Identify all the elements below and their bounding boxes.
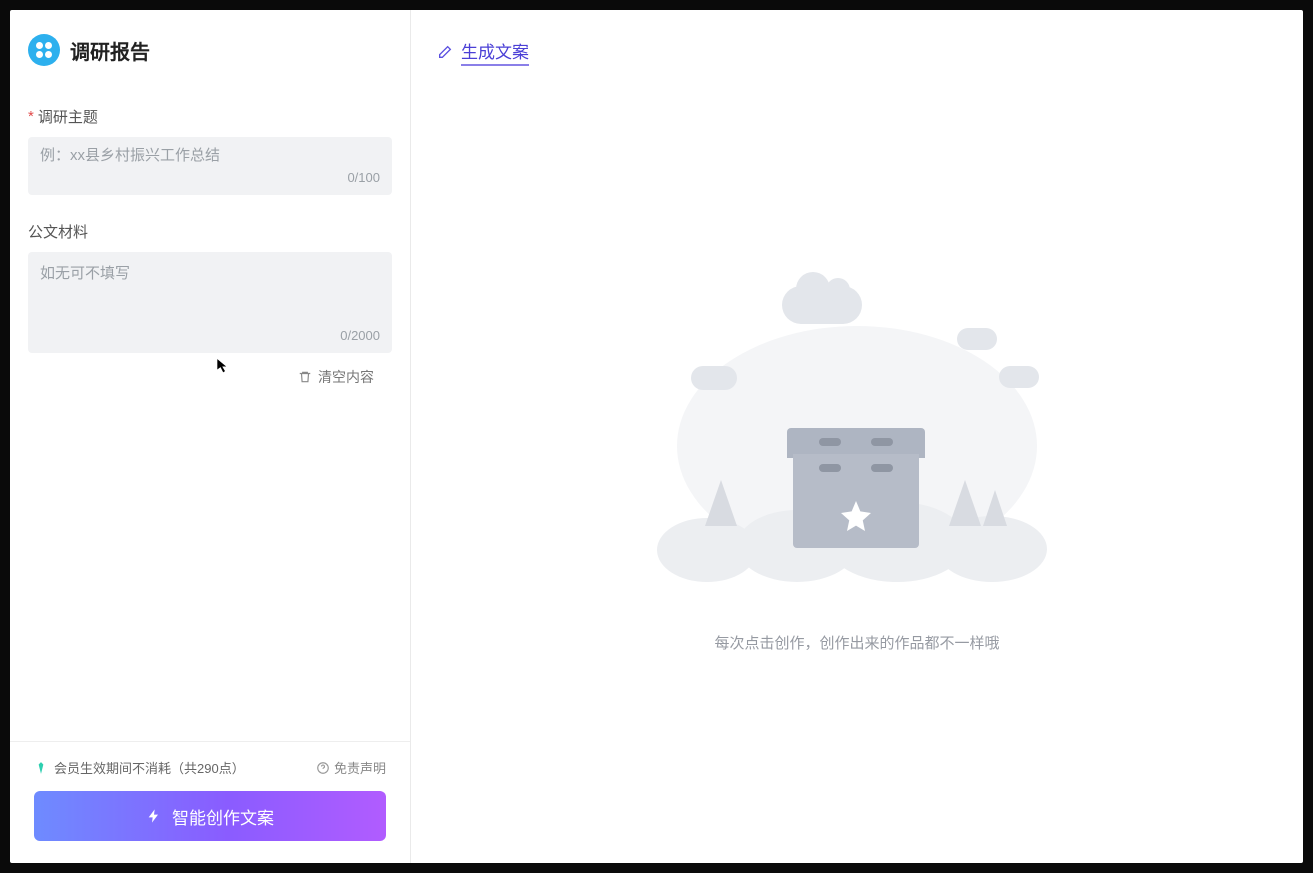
trash-icon	[298, 370, 312, 384]
sidebar-footer: 会员生效期间不消耗（共290点） 免责声明 智能创作文案	[10, 741, 410, 863]
credits-text: 会员生效期间不消耗（共290点）	[54, 758, 245, 777]
clear-label: 清空内容	[318, 367, 374, 387]
question-icon	[316, 761, 330, 775]
material-textarea[interactable]	[40, 262, 380, 322]
app-logo-icon	[28, 34, 60, 66]
field-topic-label: * 调研主题	[28, 106, 392, 127]
main-header: 生成文案	[411, 10, 1303, 66]
bolt-icon	[146, 808, 162, 824]
material-counter: 0/2000	[40, 328, 380, 343]
empty-illustration	[647, 266, 1067, 606]
required-marker: *	[28, 108, 34, 125]
field-topic: * 调研主题 0/100	[28, 106, 392, 195]
form-area: * 调研主题 0/100 公文材料 0/2000	[10, 80, 410, 741]
sidebar-header: 调研报告	[10, 10, 410, 80]
topic-counter: 0/100	[40, 170, 380, 185]
empty-state: 每次点击创作，创作出来的作品都不一样哦	[411, 66, 1303, 863]
field-material-label: 公文材料	[28, 221, 392, 242]
app-frame: 调研报告 * 调研主题 0/100 公文材料 0/2000	[10, 10, 1303, 863]
field-topic-label-text: 调研主题	[38, 106, 98, 127]
gem-icon	[34, 761, 48, 775]
generate-button[interactable]: 智能创作文案	[34, 791, 386, 841]
main-header-label[interactable]: 生成文案	[461, 38, 529, 66]
field-material-label-text: 公文材料	[28, 221, 88, 242]
topic-input[interactable]	[40, 147, 380, 164]
generate-label: 智能创作文案	[172, 804, 274, 829]
footer-meta-row: 会员生效期间不消耗（共290点） 免责声明	[34, 758, 386, 777]
topic-input-wrap: 0/100	[28, 137, 392, 195]
disclaimer-link[interactable]: 免责声明	[316, 758, 386, 777]
material-input-wrap: 0/2000	[28, 252, 392, 353]
sidebar: 调研报告 * 调研主题 0/100 公文材料 0/2000	[10, 10, 411, 863]
page-title: 调研报告	[70, 36, 150, 65]
clear-button[interactable]: 清空内容	[28, 353, 392, 387]
pen-icon	[437, 44, 453, 60]
field-material: 公文材料 0/2000	[28, 221, 392, 353]
disclaimer-label: 免责声明	[334, 758, 386, 777]
main-panel: 生成文案	[411, 10, 1303, 863]
credits-info: 会员生效期间不消耗（共290点）	[34, 758, 245, 777]
empty-state-text: 每次点击创作，创作出来的作品都不一样哦	[714, 632, 999, 653]
